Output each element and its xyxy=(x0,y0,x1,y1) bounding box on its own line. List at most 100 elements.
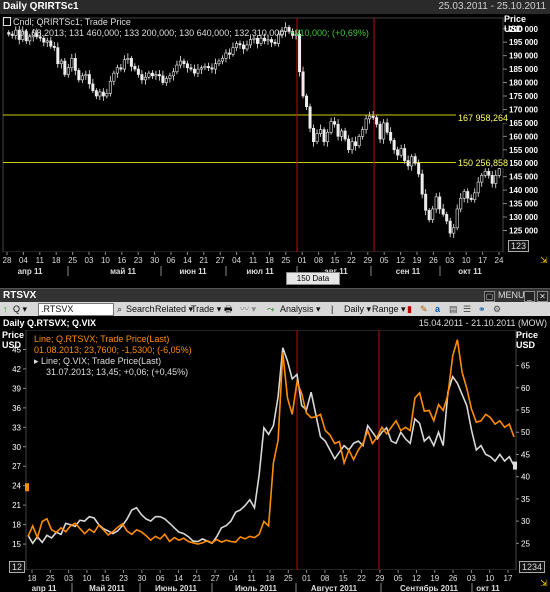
candle-body xyxy=(326,132,330,143)
candle-body xyxy=(431,208,435,221)
legend-icon[interactable]: ☰ xyxy=(463,302,471,316)
candle-body xyxy=(371,115,375,118)
candle-body xyxy=(59,60,63,65)
range-label: Range xyxy=(372,304,399,314)
top-ytick-label: 165 000 xyxy=(509,119,538,128)
candle-body xyxy=(483,171,487,176)
draw-tool-icon[interactable]: ✎ xyxy=(420,302,428,316)
vix-last-marker xyxy=(513,461,517,470)
vix-legend-values: 31.07.2013; 13,45; +0,06; (+0,45%) xyxy=(46,367,189,377)
candle-body xyxy=(140,74,144,81)
candle-body xyxy=(312,127,316,143)
symbol-input[interactable]: .RTSVX xyxy=(38,303,114,316)
candle-body xyxy=(80,75,84,81)
minimize-icon[interactable]: _ xyxy=(524,291,535,302)
bottom-month-label: апр 11 xyxy=(32,584,57,592)
candle-body xyxy=(105,93,109,97)
top-chart-date-range: 25.03.2011 - 25.10.2011 xyxy=(438,1,547,12)
candle-body xyxy=(273,41,277,44)
bottom-xtick-label: 27 xyxy=(211,574,220,583)
candle-body xyxy=(347,138,351,151)
top-ytick-label: 135 000 xyxy=(509,200,538,209)
top-zoom-icon[interactable]: ⇲ xyxy=(540,255,548,266)
top-xtick-label: 16 xyxy=(117,256,126,265)
quote-type-select[interactable]: Q ▾ xyxy=(13,302,27,316)
bottom-xtick-label: 22 xyxy=(357,574,366,583)
candle-body xyxy=(375,117,379,125)
candle-body xyxy=(301,71,305,97)
related-label: Related xyxy=(155,304,187,314)
candle-body xyxy=(49,40,53,47)
trade-button[interactable]: Trade ▾ xyxy=(191,302,221,316)
bottom-xtick-label: 08 xyxy=(320,574,329,583)
chart-type-select[interactable]: 〰 ▾ xyxy=(240,302,256,316)
top-xtick-label: 17 xyxy=(478,256,487,265)
top-chart-canvas[interactable]: 200 000195 000190 000185 000180 000175 0… xyxy=(0,14,550,284)
candle-body xyxy=(385,122,389,133)
top-xtick-label: 25 xyxy=(68,256,77,265)
menu-label[interactable]: MENU xyxy=(498,289,525,302)
analysis-icon[interactable]: ⤳ xyxy=(267,302,274,316)
crosshair-icon[interactable]: | xyxy=(331,302,333,316)
bottom-left-ytick-label: 15 xyxy=(12,540,21,549)
candle-icon xyxy=(3,17,11,26)
bottom-left-axis-title: Price xyxy=(2,330,25,340)
candle-body xyxy=(136,68,140,75)
candle-body xyxy=(382,122,386,140)
bottom-right-ytick-label: 30 xyxy=(521,517,530,526)
data-period-button[interactable]: 150 Data Period xyxy=(286,272,340,294)
candle-body xyxy=(143,76,147,81)
top-axis-unit: USD xyxy=(504,24,524,34)
link-icon[interactable]: ⚭ xyxy=(478,302,486,316)
settings-icon[interactable]: ⚙ xyxy=(493,302,501,316)
search-button[interactable]: Search xyxy=(126,302,155,316)
search-icon[interactable]: ⌕ xyxy=(117,302,122,316)
candle-body xyxy=(270,39,274,43)
candle-body xyxy=(396,149,400,156)
candle-body xyxy=(248,39,252,46)
bottom-left-ytick-label: 42 xyxy=(12,365,21,374)
candle-body xyxy=(185,63,189,69)
candle-body xyxy=(298,33,302,73)
top-chart-title: Daily QRIRTSc1 xyxy=(3,1,79,12)
range-select[interactable]: Range ▾ xyxy=(372,302,406,316)
hline-label-lower: 150 256,858 xyxy=(456,158,511,168)
candle-body xyxy=(420,173,424,195)
bottom-right-ytick-label: 40 xyxy=(521,473,530,482)
candle-body xyxy=(452,227,456,234)
candle-body xyxy=(231,47,235,55)
green-arrow-icon[interactable]: ↑ xyxy=(3,302,8,316)
top-xtick-label: 28 xyxy=(3,256,12,265)
bottom-month-label: окт 11 xyxy=(476,584,500,592)
candle-body xyxy=(241,44,245,50)
bottom-xtick-label: 11 xyxy=(248,574,257,583)
print-icon[interactable]: 🖶 xyxy=(224,302,233,316)
analysis-button[interactable]: Analysis ▾ xyxy=(280,302,321,316)
top-xtick-label: 03 xyxy=(445,256,454,265)
daily-select[interactable]: Daily ▾ xyxy=(344,302,371,316)
top-chart-titlebar: Daily QRIRTSc1 25.03.2011 - 25.10.2011 xyxy=(0,0,550,14)
top-ytick-label: 170 000 xyxy=(509,105,538,114)
top-month-label: июл 11 xyxy=(246,267,274,276)
bottom-zoom-icon[interactable]: ⇲ xyxy=(540,578,548,589)
related-button[interactable]: Related ▾ xyxy=(155,302,193,316)
annotate-icon[interactable]: a xyxy=(435,302,440,316)
close-icon[interactable]: ✕ xyxy=(537,291,548,302)
top-month-label: сен 11 xyxy=(396,267,421,276)
bottom-xtick-label: 12 xyxy=(412,574,421,583)
bottom-chart-title: Daily Q.RTSVX; Q.VIX xyxy=(3,318,97,328)
top-xtick-label: 30 xyxy=(150,256,159,265)
top-xtick-label: 14 xyxy=(183,256,192,265)
app-title: RTSVX xyxy=(3,290,37,301)
candle-tool-icon[interactable]: ▮ xyxy=(407,302,412,316)
window-icon[interactable]: ▢ xyxy=(484,291,495,302)
candle-body xyxy=(413,156,417,164)
bottom-left-axis-header: Price USD xyxy=(2,330,24,350)
top-month-label: апр 11 xyxy=(18,267,43,276)
candle-body xyxy=(438,196,442,210)
bottom-left-ytick-label: 21 xyxy=(12,501,21,510)
layout-icon[interactable]: ▤ xyxy=(449,302,458,316)
candle-body xyxy=(319,129,323,134)
candle-body xyxy=(84,74,88,77)
top-ytick-label: 150 000 xyxy=(509,159,538,168)
